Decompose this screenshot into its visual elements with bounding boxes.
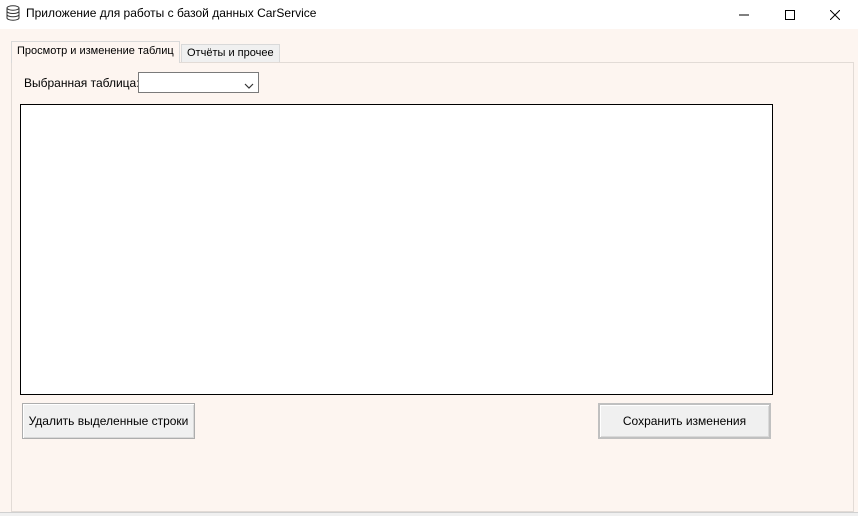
minimize-icon <box>739 10 749 20</box>
maximize-icon <box>785 9 795 20</box>
table-select-combobox[interactable] <box>138 72 259 93</box>
delete-selected-rows-button[interactable]: Удалить выделенные строки <box>22 403 195 439</box>
chevron-down-icon <box>244 79 254 93</box>
database-icon <box>4 4 22 22</box>
save-changes-button[interactable]: Сохранить изменения <box>598 403 771 439</box>
window-title: Приложение для работы с базой данных Car… <box>26 6 317 20</box>
maximize-button[interactable] <box>767 0 813 29</box>
tab-view-edit-tables[interactable]: Просмотр и изменение таблиц <box>11 41 180 63</box>
selected-table-label: Выбранная таблица: <box>24 76 140 90</box>
minimize-button[interactable] <box>721 0 767 29</box>
main-window: Приложение для работы с базой данных Car… <box>0 0 858 516</box>
title-bar[interactable]: Приложение для работы с базой данных Car… <box>0 0 858 29</box>
data-grid[interactable] <box>20 104 773 395</box>
window-bottom-edge <box>0 512 858 516</box>
tab-reports[interactable]: Отчёты и прочее <box>181 44 280 62</box>
close-icon <box>830 9 840 20</box>
close-button[interactable] <box>812 0 858 29</box>
